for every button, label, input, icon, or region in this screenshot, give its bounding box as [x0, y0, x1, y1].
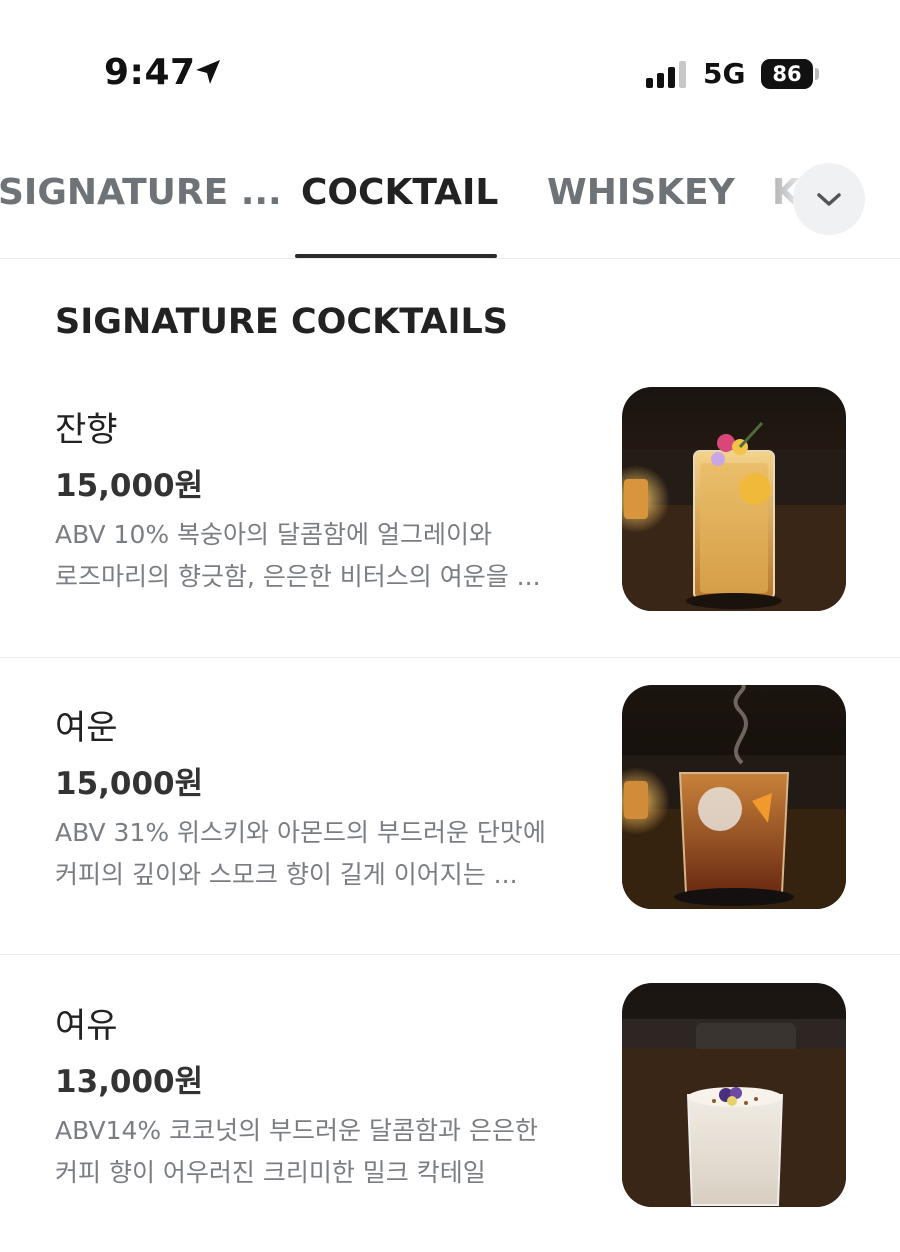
- tab-signature[interactable]: SIGNATURE ...: [0, 172, 282, 213]
- menu-item-description: ABV 10% 복숭아의 달콤함에 얼그레이와 로즈마리의 향긋함, 은은한 비…: [55, 520, 541, 591]
- more-categories-button[interactable]: [793, 163, 865, 235]
- menu-item-name: 잔향: [55, 410, 118, 450]
- chevron-down-icon: [817, 193, 841, 206]
- active-tab-indicator: [295, 254, 497, 258]
- menu-item-price: 15,000원: [55, 468, 204, 504]
- status-bar: 9:47 5G 86: [0, 0, 900, 130]
- menu-item-description: ABV14% 코코넛의 부드러운 달콤함과 은은한 커피 향이 어우러진 크리미…: [55, 1116, 538, 1187]
- network-type: 5G: [703, 57, 746, 90]
- menu-item-photo[interactable]: [622, 387, 846, 611]
- menu-item-price: 15,000원: [55, 766, 204, 802]
- menu-item-name: 여유: [55, 1006, 118, 1046]
- category-tab-bar: SIGNATURE ... COCKTAIL WHISKEY K: [0, 150, 900, 259]
- menu-item[interactable]: 잔향 15,000원 ABV 10% 복숭아의 달콤함에 얼그레이와 로즈마리의…: [0, 360, 900, 658]
- menu-item[interactable]: 여유 13,000원 ABV14% 코코넛의 부드러운 달콤함과 은은한 커피 …: [0, 955, 900, 1252]
- cellular-signal-icon: [646, 61, 686, 88]
- status-time: 9:47: [104, 52, 196, 93]
- menu-item-name: 여운: [55, 708, 118, 748]
- section-title: SIGNATURE COCKTAILS: [55, 302, 508, 342]
- battery-icon: 86: [761, 59, 819, 89]
- menu-item-price: 13,000원: [55, 1064, 204, 1100]
- tab-whiskey[interactable]: WHISKEY: [547, 172, 735, 213]
- menu-item[interactable]: 여운 15,000원 ABV 31% 위스키와 아몬드의 부드러운 단맛에 커피…: [0, 657, 900, 955]
- menu-item-photo[interactable]: [622, 983, 846, 1207]
- menu-item-photo[interactable]: [622, 685, 846, 909]
- battery-level: 86: [761, 59, 813, 89]
- menu-item-description: ABV 31% 위스키와 아몬드의 부드러운 단맛에 커피의 깊이와 스모크 향…: [55, 818, 546, 889]
- location-arrow-icon: [196, 60, 220, 84]
- tab-cocktail[interactable]: COCKTAIL: [301, 172, 498, 213]
